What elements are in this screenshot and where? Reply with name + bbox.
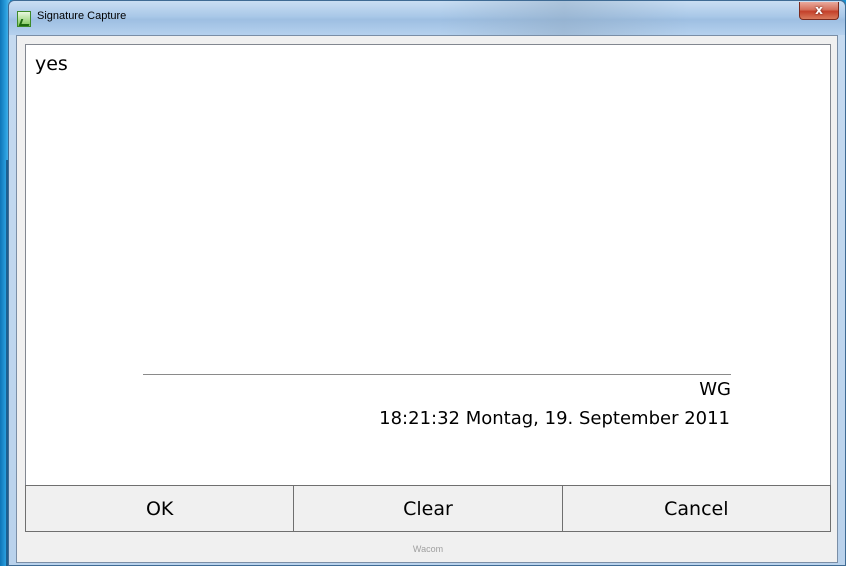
client-area: yes WG 18:21:32 Montag, 19. September 20…: [16, 35, 838, 563]
signature-line: [143, 374, 731, 375]
signer-name: WG: [699, 379, 731, 400]
signature-timestamp: 18:21:32 Montag, 19. September 2011: [379, 408, 730, 429]
title-bar[interactable]: Signature Capture x: [9, 1, 845, 35]
close-icon: x: [815, 3, 823, 17]
signature-pad[interactable]: yes WG 18:21:32 Montag, 19. September 20…: [25, 44, 831, 486]
window-title: Signature Capture: [37, 10, 127, 22]
signature-text: yes: [35, 53, 68, 75]
close-button[interactable]: x: [799, 2, 839, 20]
ok-button[interactable]: OK: [25, 485, 295, 532]
footer-brand-text: Wacom: [412, 544, 444, 554]
app-icon: [17, 11, 31, 27]
clear-button[interactable]: Clear: [293, 485, 563, 532]
signature-capture-window: Signature Capture x yes WG 18:21:32 Mont…: [8, 0, 846, 566]
button-row: OK Clear Cancel: [25, 485, 831, 532]
cancel-button[interactable]: Cancel: [561, 485, 831, 532]
